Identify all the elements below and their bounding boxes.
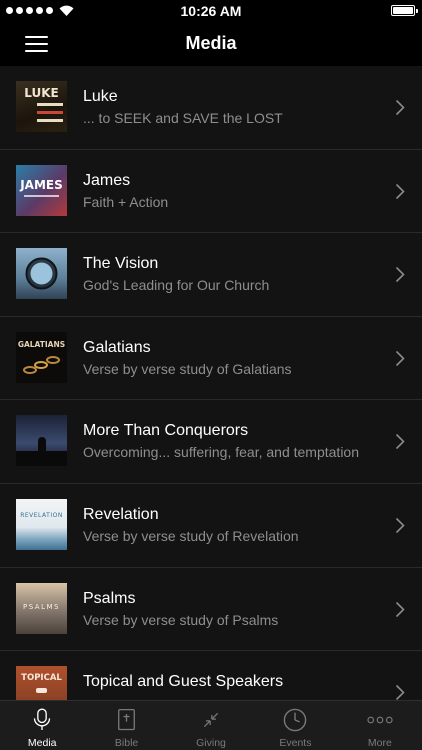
status-time: 10:26 AM xyxy=(180,3,242,19)
chevron-right-icon xyxy=(395,434,405,450)
microphone-icon xyxy=(27,706,57,734)
chevron-right-icon xyxy=(395,267,405,283)
more-icon xyxy=(365,706,395,734)
media-item-subtitle: Verse by verse study of Psalms xyxy=(83,611,279,628)
media-item-subtitle: Verse by verse study of Galatians xyxy=(83,360,292,377)
tab-label: Giving xyxy=(196,737,226,749)
james-thumbnail: JAMES xyxy=(16,164,67,216)
chevron-right-icon xyxy=(395,99,405,116)
media-list: LUKE Luke ... to SEEK and SAVE the LOST … xyxy=(0,66,422,700)
thumb-label: REVELATION xyxy=(20,511,63,519)
lens-icon xyxy=(25,257,58,290)
topical-thumbnail: TOPICAL xyxy=(16,666,67,700)
media-item-title: Luke xyxy=(83,88,118,105)
chevron-right-icon xyxy=(395,685,405,700)
media-item-luke[interactable]: LUKE Luke ... to SEEK and SAVE the LOST xyxy=(0,66,422,150)
media-item-topical-and-guest-speakers[interactable]: TOPICAL Topical and Guest Speakers xyxy=(0,651,422,700)
battery-icon xyxy=(391,5,418,16)
media-item-galatians[interactable]: GALATIANS Galatians Verse by verse study… xyxy=(0,317,422,401)
chain-icon xyxy=(23,355,60,374)
more-than-conquerors-thumbnail xyxy=(16,415,67,467)
tab-label: Events xyxy=(279,737,312,749)
media-item-revelation[interactable]: REVELATION Revelation Verse by verse stu… xyxy=(0,484,422,568)
tab-bar: Media Bible Giving Events More xyxy=(0,700,422,750)
clock-icon xyxy=(280,706,310,734)
giving-icon xyxy=(196,706,226,734)
luke-thumbnail: LUKE xyxy=(16,81,67,132)
thumb-label: LUKE xyxy=(24,86,59,100)
revelation-thumbnail: REVELATION xyxy=(16,498,67,550)
media-item-subtitle: God's Leading for Our Church xyxy=(83,277,270,294)
chevron-right-icon xyxy=(395,601,405,617)
media-item-title: The Vision xyxy=(83,255,159,273)
chevron-right-icon xyxy=(395,517,405,534)
bible-icon xyxy=(112,706,142,734)
media-item-subtitle: Verse by verse study of Revelation xyxy=(83,527,299,544)
tab-giving[interactable]: Giving xyxy=(169,701,253,750)
media-item-subtitle: ... to SEEK and SAVE the LOST xyxy=(83,110,283,126)
media-item-psalms[interactable]: PSALMS Psalms Verse by verse study of Ps… xyxy=(0,568,422,652)
media-item-more-than-conquerors[interactable]: More Than Conquerors Overcoming... suffe… xyxy=(0,400,422,484)
media-item-title: Galatians xyxy=(83,338,151,356)
media-item-title: Revelation xyxy=(83,505,159,523)
tab-label: Bible xyxy=(114,737,139,749)
media-item-subtitle: Overcoming... suffering, fear, and tempt… xyxy=(83,444,360,461)
thumb-label: PSALMS xyxy=(23,602,60,611)
media-item-title: James xyxy=(83,171,131,189)
tab-label: Media xyxy=(27,737,57,749)
tab-label: More xyxy=(367,737,392,749)
media-item-title: Psalms xyxy=(83,589,136,607)
media-item-the-vision[interactable]: The Vision God's Leading for Our Church xyxy=(0,233,422,317)
tab-events[interactable]: Events xyxy=(253,701,337,750)
thumb-label: TOPICAL xyxy=(21,673,62,684)
tab-more[interactable]: More xyxy=(338,701,422,750)
psalms-thumbnail: PSALMS xyxy=(16,582,67,634)
chevron-right-icon xyxy=(395,350,405,366)
galatians-thumbnail: GALATIANS xyxy=(16,331,67,383)
media-item-james[interactable]: JAMES James Faith + Action xyxy=(0,150,422,234)
chevron-right-icon xyxy=(395,183,405,199)
media-item-title: More Than Conquerors xyxy=(83,422,249,440)
tab-media[interactable]: Media xyxy=(0,701,84,750)
media-item-title: Topical and Guest Speakers xyxy=(83,673,284,691)
thumb-label: JAMES xyxy=(20,177,63,192)
tab-bible[interactable]: Bible xyxy=(84,701,168,750)
media-item-subtitle: Faith + Action xyxy=(83,193,169,210)
the-vision-thumbnail xyxy=(16,248,67,300)
nav-bar: Media xyxy=(0,22,422,66)
page-title: Media xyxy=(185,33,237,53)
status-bar: 10:26 AM xyxy=(0,0,422,22)
